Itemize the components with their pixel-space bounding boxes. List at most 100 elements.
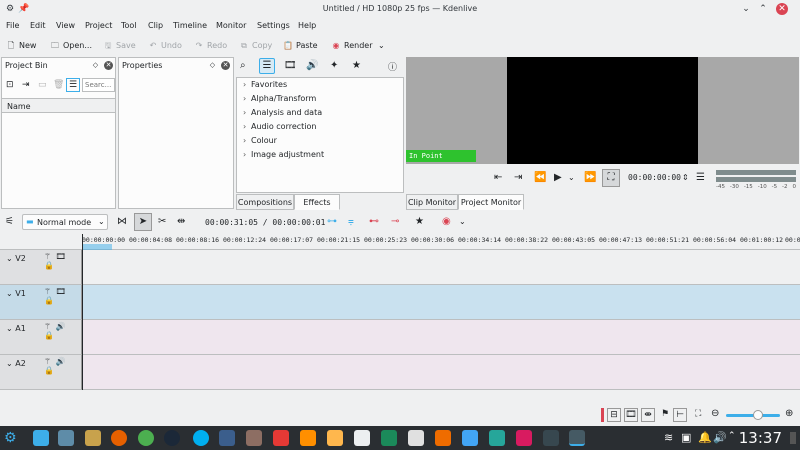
effect-category-analysis[interactable]: › Analysis and data [243, 108, 322, 117]
monitor-app-icon[interactable] [462, 430, 478, 446]
insert-icon[interactable]: ⊶ [327, 215, 337, 229]
add-clip-icon[interactable]: ⊡ [6, 80, 14, 90]
render-menu-chevron-icon[interactable]: ⌄ [378, 39, 385, 53]
zoom-in-icon[interactable]: ⊕ [785, 408, 793, 419]
lock-icon[interactable]: 🔒 [44, 366, 55, 375]
effects-wand-icon[interactable]: ⚚ [44, 252, 52, 261]
maximize-icon[interactable]: ⌃ [757, 3, 769, 15]
tab-effects[interactable]: Effects [294, 194, 340, 210]
app-icon[interactable] [435, 430, 451, 446]
document-icon[interactable] [354, 430, 370, 446]
overwrite-icon[interactable]: ⩦ [348, 215, 354, 229]
set-in-point-icon[interactable]: ⇤ [494, 172, 502, 184]
wifi-icon[interactable]: ≋ [664, 431, 673, 444]
favorite-star-icon[interactable]: ★ [352, 60, 361, 71]
media-icon[interactable] [327, 430, 343, 446]
marker-flag-icon[interactable]: ⚑ [658, 408, 672, 422]
tab-compositions[interactable]: Compositions [236, 194, 294, 210]
vlc-icon[interactable] [300, 430, 316, 446]
image-viewer-icon[interactable] [489, 430, 505, 446]
file-manager-icon[interactable] [33, 430, 49, 446]
fast-forward-icon[interactable]: ⏩ [584, 172, 596, 184]
effect-category-favorites[interactable]: › Favorites [243, 80, 287, 89]
edit-mode-select[interactable]: ▬ Normal mode ⌄ [22, 214, 108, 230]
video-effects-icon[interactable]: 🎞 [284, 60, 297, 71]
close-window-button[interactable]: ✕ [776, 3, 788, 15]
close-panel-icon[interactable]: ✕ [104, 61, 113, 70]
launcher-icon[interactable]: ⚙ [4, 430, 20, 446]
menu-file[interactable]: File [6, 21, 19, 30]
favorite-effect-icon[interactable]: ★ [415, 215, 424, 229]
custom-effects-icon[interactable]: ✦ [330, 60, 338, 71]
show-desktop-icon[interactable] [790, 432, 796, 444]
volume-icon[interactable]: 🔊 [713, 431, 727, 444]
clipboard-icon[interactable]: ▣ [681, 431, 691, 444]
paste-button[interactable]: 📋 Paste [283, 39, 318, 53]
bin-column-header[interactable]: Name [2, 98, 115, 113]
play-icon[interactable]: ▶ [554, 172, 562, 184]
track-lane-v2[interactable] [82, 250, 800, 285]
open-button[interactable]: 🗀 Open... [50, 39, 92, 53]
monitor-timecode[interactable]: 00:00:00:00 [628, 172, 681, 184]
rewind-icon[interactable]: ⏪ [534, 172, 546, 184]
app-grid-icon[interactable] [516, 430, 532, 446]
effect-category-image-adjustment[interactable]: › Image adjustment [243, 150, 324, 159]
menu-edit[interactable]: Edit [30, 21, 46, 30]
close-panel-icon[interactable]: ✕ [221, 61, 230, 70]
list-view-icon[interactable]: ☰ [66, 78, 80, 92]
effects-list-icon[interactable]: ☰ [259, 58, 275, 74]
menu-timeline[interactable]: Timeline [173, 21, 207, 30]
minimize-icon[interactable]: ⌄ [740, 3, 752, 15]
tray-expand-icon[interactable]: ⌃ [728, 431, 736, 441]
lock-icon[interactable]: 🔒 [44, 331, 55, 340]
selection-tool-icon[interactable]: ➤ [134, 213, 152, 231]
search-icon[interactable]: ⌕ [240, 60, 246, 71]
play-menu-chevron-icon[interactable]: ⌄ [568, 172, 575, 184]
tab-clip-monitor[interactable]: Clip Monitor [406, 194, 458, 210]
menu-tool[interactable]: Tool [121, 21, 137, 30]
firefox-icon[interactable] [111, 430, 127, 446]
track-lane-v1[interactable] [82, 285, 800, 320]
track-settings-icon[interactable]: ⚟ [5, 215, 14, 229]
effect-category-alpha[interactable]: › Alpha/Transform [243, 94, 316, 103]
lock-icon[interactable]: 🔒 [44, 296, 55, 305]
timecode-spin-icon[interactable]: ⇕ [682, 172, 689, 184]
track-header-a1[interactable]: ⌄ A1 ⚚ 🔊 🔒 [0, 320, 82, 355]
hide-track-icon[interactable]: 🎞 [56, 287, 67, 296]
menu-help[interactable]: Help [298, 21, 316, 30]
menu-view[interactable]: View [56, 21, 75, 30]
set-out-point-icon[interactable]: ⇥ [514, 172, 522, 184]
skype-icon[interactable] [193, 430, 209, 446]
copy-button[interactable]: ⧉ Copy [239, 39, 272, 53]
bin-settings-icon[interactable]: ▭ [38, 80, 47, 90]
zoom-slider-handle[interactable] [753, 410, 763, 420]
video-thumbnails-icon[interactable]: 🎞 [624, 408, 638, 422]
render-button[interactable]: ◉ Render [331, 39, 373, 53]
zoom-out-icon[interactable]: ⊖ [711, 408, 719, 419]
hide-track-icon[interactable]: 🎞 [56, 252, 67, 261]
lift-icon[interactable]: ⊷ [369, 215, 379, 229]
snap-icon[interactable]: ⇼ [641, 408, 655, 422]
playhead[interactable] [82, 234, 83, 250]
add-folder-icon[interactable]: ⇥ [22, 80, 30, 90]
mute-speaker-icon[interactable]: 🔊 [56, 357, 67, 366]
mute-speaker-icon[interactable]: 🔊 [56, 322, 67, 331]
menu-monitor[interactable]: Monitor [216, 21, 246, 30]
zoom-fit-icon[interactable]: ⛶ [695, 409, 701, 419]
redo-button[interactable]: ↷ Redo [194, 39, 227, 53]
ripple-icon[interactable]: ⊢ [673, 408, 687, 422]
effects-wand-icon[interactable]: ⚚ [44, 287, 52, 296]
notification-icon[interactable]: 🔔 [698, 431, 712, 444]
ebook-icon[interactable] [381, 430, 397, 446]
track-header-a2[interactable]: ⌄ A2 ⚚ 🔊 🔒 [0, 355, 82, 390]
record-menu-chevron-icon[interactable]: ⌄ [459, 215, 466, 229]
lock-icon[interactable]: 🔒 [44, 261, 55, 270]
timeline-ruler[interactable]: 00:00:00:00 00:00:04:08 00:00:08:16 00:0… [82, 234, 800, 250]
effects-wand-icon[interactable]: ⚚ [44, 357, 52, 366]
effects-wand-icon[interactable]: ⚚ [44, 322, 52, 331]
spacer-tool-icon[interactable]: ⋈ [117, 215, 127, 229]
tab-project-monitor[interactable]: Project Monitor [458, 194, 524, 210]
slides-icon[interactable] [273, 430, 289, 446]
menu-settings[interactable]: Settings [257, 21, 290, 30]
editor-icon[interactable] [408, 430, 424, 446]
